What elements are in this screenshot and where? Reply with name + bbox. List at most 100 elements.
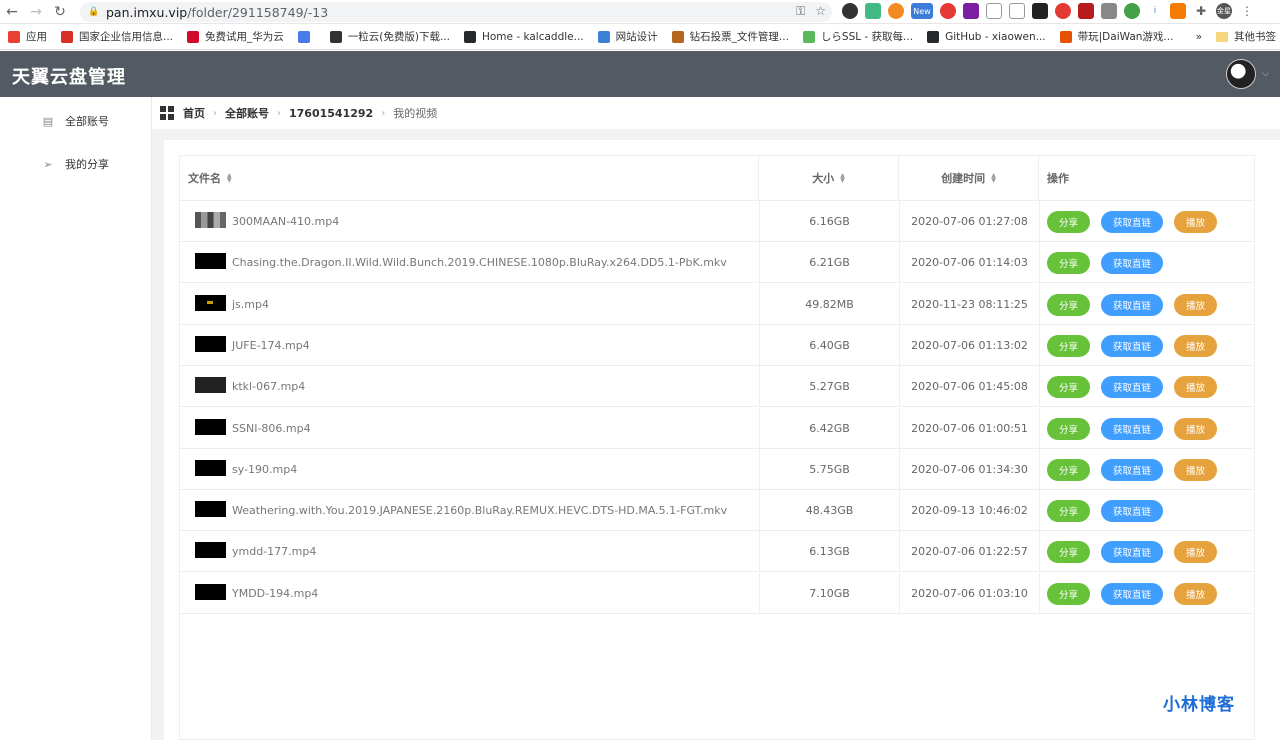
share-button[interactable]: 分享 bbox=[1047, 293, 1090, 316]
share-button[interactable]: 分享 bbox=[1047, 334, 1090, 357]
share-button[interactable]: 分享 bbox=[1047, 582, 1090, 605]
sidebar-item-shares[interactable]: ➢ 我的分享 bbox=[42, 156, 109, 172]
key-icon[interactable]: ⚿ bbox=[796, 4, 805, 19]
more-bookmarks-button[interactable]: » bbox=[1196, 31, 1202, 43]
play-button[interactable]: 播放 bbox=[1174, 541, 1217, 564]
back-icon[interactable]: ← bbox=[0, 0, 24, 24]
bookmark-item[interactable]: 一粒云(免费版)下载... bbox=[329, 29, 450, 44]
file-name[interactable]: sy-190.mp4 bbox=[232, 449, 297, 490]
video-thumbnail[interactable] bbox=[195, 542, 226, 559]
menu-icon[interactable]: ⋮ bbox=[1239, 3, 1255, 19]
share-button[interactable]: 分享 bbox=[1047, 458, 1090, 481]
new-badge-icon[interactable]: New bbox=[911, 3, 933, 19]
file-name[interactable]: ktkl-067.mp4 bbox=[232, 366, 305, 407]
play-button[interactable]: 播放 bbox=[1174, 582, 1217, 605]
file-name[interactable]: 300MAAN-410.mp4 bbox=[232, 201, 339, 242]
get-link-button[interactable]: 获取直链 bbox=[1101, 252, 1163, 275]
video-thumbnail[interactable] bbox=[195, 377, 226, 394]
grid-icon[interactable] bbox=[160, 106, 174, 120]
extension-icon[interactable] bbox=[1170, 3, 1186, 19]
file-name[interactable]: js.mp4 bbox=[232, 284, 269, 325]
extension-icon[interactable] bbox=[963, 3, 979, 19]
extension-icon[interactable] bbox=[1055, 3, 1071, 19]
get-link-button[interactable]: 获取直链 bbox=[1101, 334, 1163, 357]
breadcrumb-home[interactable]: 首页 bbox=[183, 105, 205, 121]
get-link-button[interactable]: 获取直链 bbox=[1101, 458, 1163, 481]
get-link-button[interactable]: 获取直链 bbox=[1101, 541, 1163, 564]
video-thumbnail[interactable] bbox=[195, 253, 226, 270]
bookmark-item[interactable]: 网站设计 bbox=[597, 29, 658, 44]
video-thumbnail[interactable] bbox=[195, 335, 226, 352]
extension-icon[interactable] bbox=[1124, 3, 1140, 19]
extension-icon[interactable] bbox=[888, 3, 904, 19]
extension-icon[interactable] bbox=[842, 3, 858, 19]
file-name[interactable]: SSNI-806.mp4 bbox=[232, 408, 311, 449]
extension-icon[interactable] bbox=[986, 3, 1002, 19]
avatar[interactable] bbox=[1226, 59, 1256, 89]
file-name[interactable]: JUFE-174.mp4 bbox=[232, 325, 310, 366]
address-bar[interactable]: 🔒 pan.imxu.vip /folder/291158749/-13 ⚿ ☆ bbox=[80, 2, 832, 22]
video-thumbnail[interactable] bbox=[195, 212, 226, 228]
file-name[interactable]: Chasing.the.Dragon.II.Wild.Wild.Bunch.20… bbox=[232, 242, 727, 283]
column-header-name[interactable]: 文件名 ▲ ▼ bbox=[180, 156, 759, 200]
share-button[interactable]: 分享 bbox=[1047, 252, 1090, 275]
extension-icon[interactable] bbox=[1078, 3, 1094, 19]
get-link-button[interactable]: 获取直链 bbox=[1101, 582, 1163, 605]
file-name[interactable]: Weathering.with.You.2019.JAPANESE.2160p.… bbox=[232, 490, 727, 531]
file-name[interactable]: ymdd-177.mp4 bbox=[232, 531, 316, 572]
column-header-created[interactable]: 创建时间 ▲ ▼ bbox=[899, 156, 1039, 200]
profile-icon[interactable]: 金星 bbox=[1216, 3, 1232, 19]
play-button[interactable]: 播放 bbox=[1174, 334, 1217, 357]
play-button[interactable]: 播放 bbox=[1174, 376, 1217, 399]
video-thumbnail[interactable] bbox=[195, 501, 226, 518]
play-button[interactable]: 播放 bbox=[1174, 458, 1217, 481]
screenshot-icon[interactable] bbox=[1009, 3, 1025, 19]
extension-icon[interactable] bbox=[1032, 3, 1048, 19]
sort-icon[interactable]: ▲ ▼ bbox=[991, 173, 996, 184]
extension-icon[interactable]: i bbox=[1147, 3, 1163, 19]
puzzle-icon[interactable]: ✚ bbox=[1193, 3, 1209, 19]
share-button[interactable]: 分享 bbox=[1047, 376, 1090, 399]
chevron-down-icon[interactable]: ⌵ bbox=[1262, 69, 1269, 79]
bookmark-item[interactable]: 带玩|DaiWan游戏... bbox=[1059, 29, 1173, 44]
play-button[interactable]: 播放 bbox=[1174, 211, 1217, 233]
share-button[interactable]: 分享 bbox=[1047, 417, 1090, 440]
bookmark-item[interactable]: 国家企业信用信息... bbox=[61, 29, 173, 44]
video-thumbnail[interactable] bbox=[195, 418, 226, 435]
forward-icon[interactable]: → bbox=[24, 0, 48, 24]
vue-icon[interactable] bbox=[865, 3, 881, 19]
get-link-button[interactable]: 获取直链 bbox=[1101, 417, 1163, 440]
play-button[interactable]: 播放 bbox=[1174, 417, 1217, 440]
opera-icon[interactable] bbox=[940, 3, 956, 19]
share-button[interactable]: 分享 bbox=[1047, 500, 1090, 523]
sort-icon[interactable]: ▲ ▼ bbox=[840, 173, 845, 184]
get-link-button[interactable]: 获取直链 bbox=[1101, 211, 1163, 233]
camera-icon[interactable] bbox=[1101, 3, 1117, 19]
file-name[interactable]: YMDD-194.mp4 bbox=[232, 573, 318, 614]
video-thumbnail[interactable] bbox=[195, 583, 226, 600]
breadcrumb-accounts[interactable]: 全部账号 bbox=[225, 105, 269, 121]
video-thumbnail[interactable] bbox=[195, 459, 226, 476]
share-button[interactable]: 分享 bbox=[1047, 211, 1090, 233]
get-link-button[interactable]: 获取直链 bbox=[1101, 376, 1163, 399]
share-button[interactable]: 分享 bbox=[1047, 541, 1090, 564]
get-link-button[interactable]: 获取直链 bbox=[1101, 293, 1163, 316]
video-thumbnail[interactable] bbox=[195, 294, 226, 311]
bookmark-item[interactable]: Home - kalcaddle... bbox=[463, 30, 584, 43]
breadcrumb-account[interactable]: 17601541292 bbox=[289, 107, 373, 120]
get-link-button[interactable]: 获取直链 bbox=[1101, 500, 1163, 523]
bookmark-item[interactable]: 免费试用_华为云 bbox=[187, 29, 284, 44]
bookmark-item[interactable]: GitHub - xiaowen... bbox=[927, 30, 1046, 43]
sidebar-item-accounts[interactable]: ▤ 全部账号 bbox=[42, 113, 109, 129]
bookmark-item[interactable]: 应用 bbox=[8, 29, 47, 44]
other-bookmarks[interactable]: 其他书签 bbox=[1234, 29, 1276, 44]
sort-icon[interactable]: ▲ ▼ bbox=[227, 173, 232, 184]
table-header: 文件名 ▲ ▼ 大小 ▲ ▼ 创建时间 ▲ ▼ 操作 bbox=[180, 156, 1254, 201]
bookmark-item[interactable]: 钻石投票_文件管理... bbox=[671, 29, 789, 44]
play-button[interactable]: 播放 bbox=[1174, 293, 1217, 316]
bookmark-item[interactable]: しらSSL - 获取每... bbox=[802, 29, 913, 44]
star-icon[interactable]: ☆ bbox=[815, 4, 826, 19]
bookmark-item[interactable] bbox=[297, 30, 316, 43]
reload-icon[interactable]: ↻ bbox=[48, 0, 72, 24]
column-header-size[interactable]: 大小 ▲ ▼ bbox=[759, 156, 899, 200]
